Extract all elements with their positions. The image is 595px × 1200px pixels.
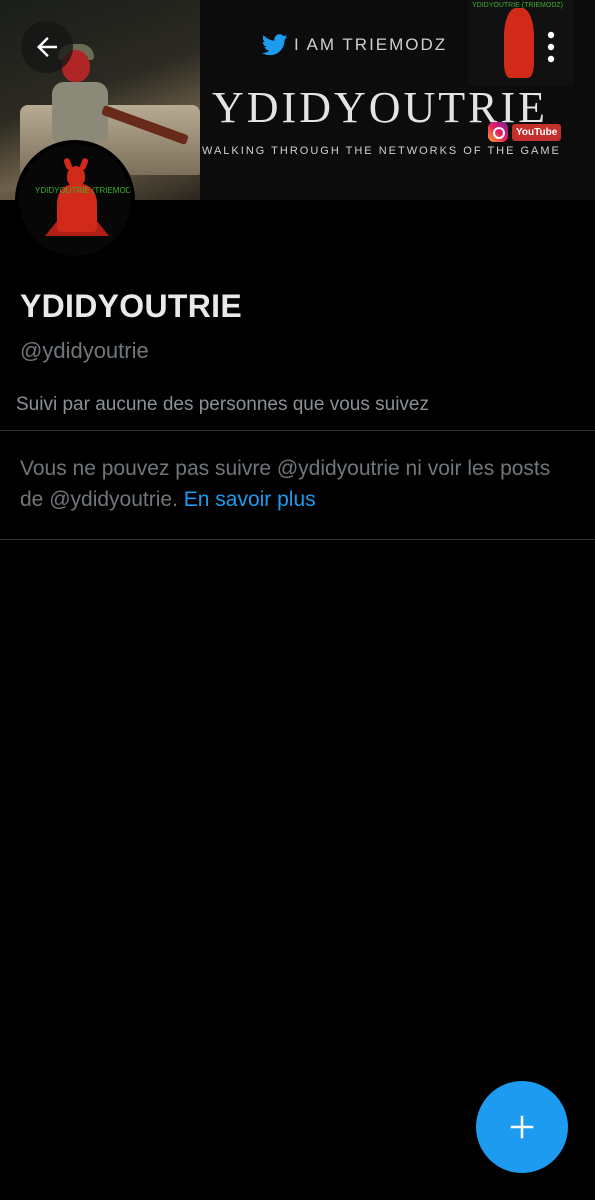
- compose-button[interactable]: [476, 1081, 568, 1173]
- back-button[interactable]: [21, 21, 73, 73]
- more-options-button[interactable]: [525, 21, 577, 73]
- profile-avatar[interactable]: YDIDYOUTRIE (TRIEMODZ): [15, 140, 135, 260]
- banner-social-badges: YouTube: [488, 122, 562, 142]
- learn-more-link[interactable]: En savoir plus: [184, 488, 316, 511]
- twitter-bird-icon: [262, 34, 288, 56]
- user-handle: @ydidyoutrie: [20, 338, 149, 363]
- banner-tagline-text: I AM TRIEMODZ: [294, 35, 448, 54]
- divider: [0, 430, 595, 431]
- followed-by-text: Suivi par aucune des personnes que vous …: [16, 394, 429, 415]
- display-name: YDIDYOUTRIE: [20, 288, 242, 324]
- more-vertical-icon: [547, 31, 555, 63]
- avatar-text: YDIDYOUTRIE (TRIEMODZ): [35, 186, 135, 195]
- divider: [0, 539, 595, 540]
- plus-icon: [510, 1115, 534, 1139]
- instagram-icon: [488, 122, 508, 142]
- banner-tagline: I AM TRIEMODZ: [262, 34, 447, 56]
- youtube-badge: YouTube: [512, 123, 562, 141]
- blocked-notice: Vous ne pouvez pas suivre @ydidyoutrie n…: [20, 453, 575, 515]
- banner-subtitle: WALKING THROUGH THE NETWORKS OF THE GAME: [202, 145, 561, 157]
- back-arrow-icon: [37, 37, 57, 57]
